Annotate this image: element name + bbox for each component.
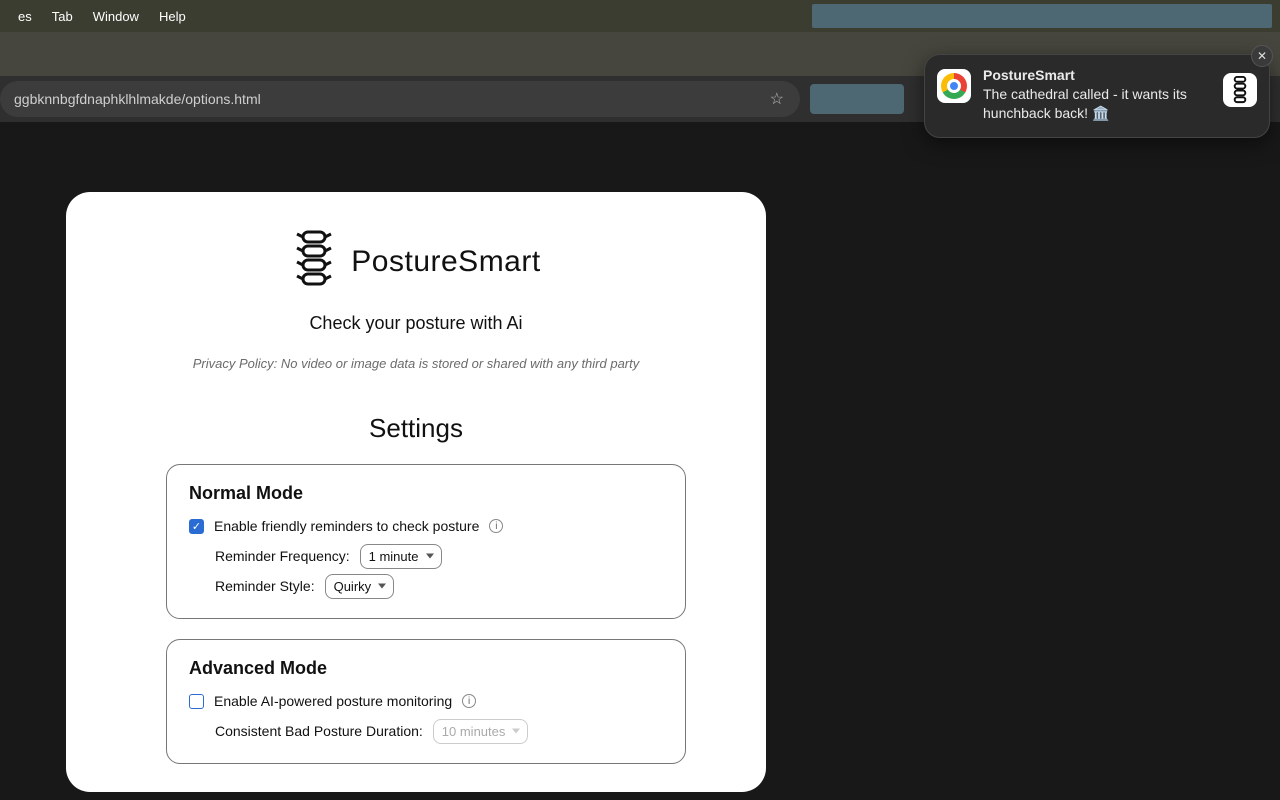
reminder-frequency-label: Reminder Frequency: (215, 548, 350, 564)
info-icon[interactable]: i (462, 694, 476, 708)
enable-ai-monitoring-label: Enable AI-powered posture monitoring (214, 693, 452, 709)
advanced-mode-title: Advanced Mode (189, 658, 663, 679)
menubar-item[interactable]: Tab (42, 9, 83, 24)
notification-close-button[interactable]: ✕ (1251, 45, 1273, 67)
menubar-item[interactable]: Help (149, 9, 196, 24)
spine-logo-icon (291, 228, 337, 295)
settings-card: PostureSmart Check your posture with Ai … (66, 192, 766, 792)
info-icon[interactable]: i (489, 519, 503, 533)
toolbar-extension-area (810, 84, 904, 114)
address-bar[interactable]: ggbknnbgfdnaphklhlmakde/options.html ☆ (0, 81, 800, 117)
notification-body: The cathedral called - it wants its hunc… (983, 85, 1217, 123)
bad-posture-duration-label: Consistent Bad Posture Duration: (215, 723, 423, 739)
app-title: PostureSmart (351, 245, 540, 279)
reminder-style-select[interactable]: Quirky (325, 578, 395, 594)
page-content: PostureSmart Check your posture with Ai … (0, 122, 1280, 800)
chrome-icon (937, 69, 971, 103)
normal-mode-title: Normal Mode (189, 483, 663, 504)
notification-title: PostureSmart (983, 67, 1217, 83)
notification-toast[interactable]: ✕ PostureSmart The cathedral called - it… (924, 54, 1270, 138)
menubar-item[interactable]: Window (83, 9, 149, 24)
reminder-style-label: Reminder Style: (215, 578, 315, 594)
url-text: ggbknnbgfdnaphklhlmakde/options.html (14, 91, 770, 107)
settings-heading: Settings (86, 413, 746, 444)
extension-spine-icon (1223, 73, 1257, 107)
os-menubar: es Tab Window Help (0, 0, 1280, 32)
normal-mode-panel: Normal Mode ✓ Enable friendly reminders … (166, 464, 686, 619)
app-tagline: Check your posture with Ai (86, 313, 746, 334)
enable-ai-monitoring-checkbox[interactable] (189, 694, 204, 709)
enable-reminders-label: Enable friendly reminders to check postu… (214, 518, 479, 534)
advanced-mode-panel: Advanced Mode Enable AI-powered posture … (166, 639, 686, 764)
menubar-status-area (812, 4, 1272, 28)
menubar-item[interactable]: es (8, 9, 42, 24)
reminder-frequency-select[interactable]: 1 minute (360, 548, 442, 564)
privacy-note: Privacy Policy: No video or image data i… (86, 356, 746, 371)
bad-posture-duration-select: 10 minutes (433, 723, 529, 739)
bookmark-star-icon[interactable]: ☆ (770, 89, 784, 109)
enable-reminders-checkbox[interactable]: ✓ (189, 519, 204, 534)
